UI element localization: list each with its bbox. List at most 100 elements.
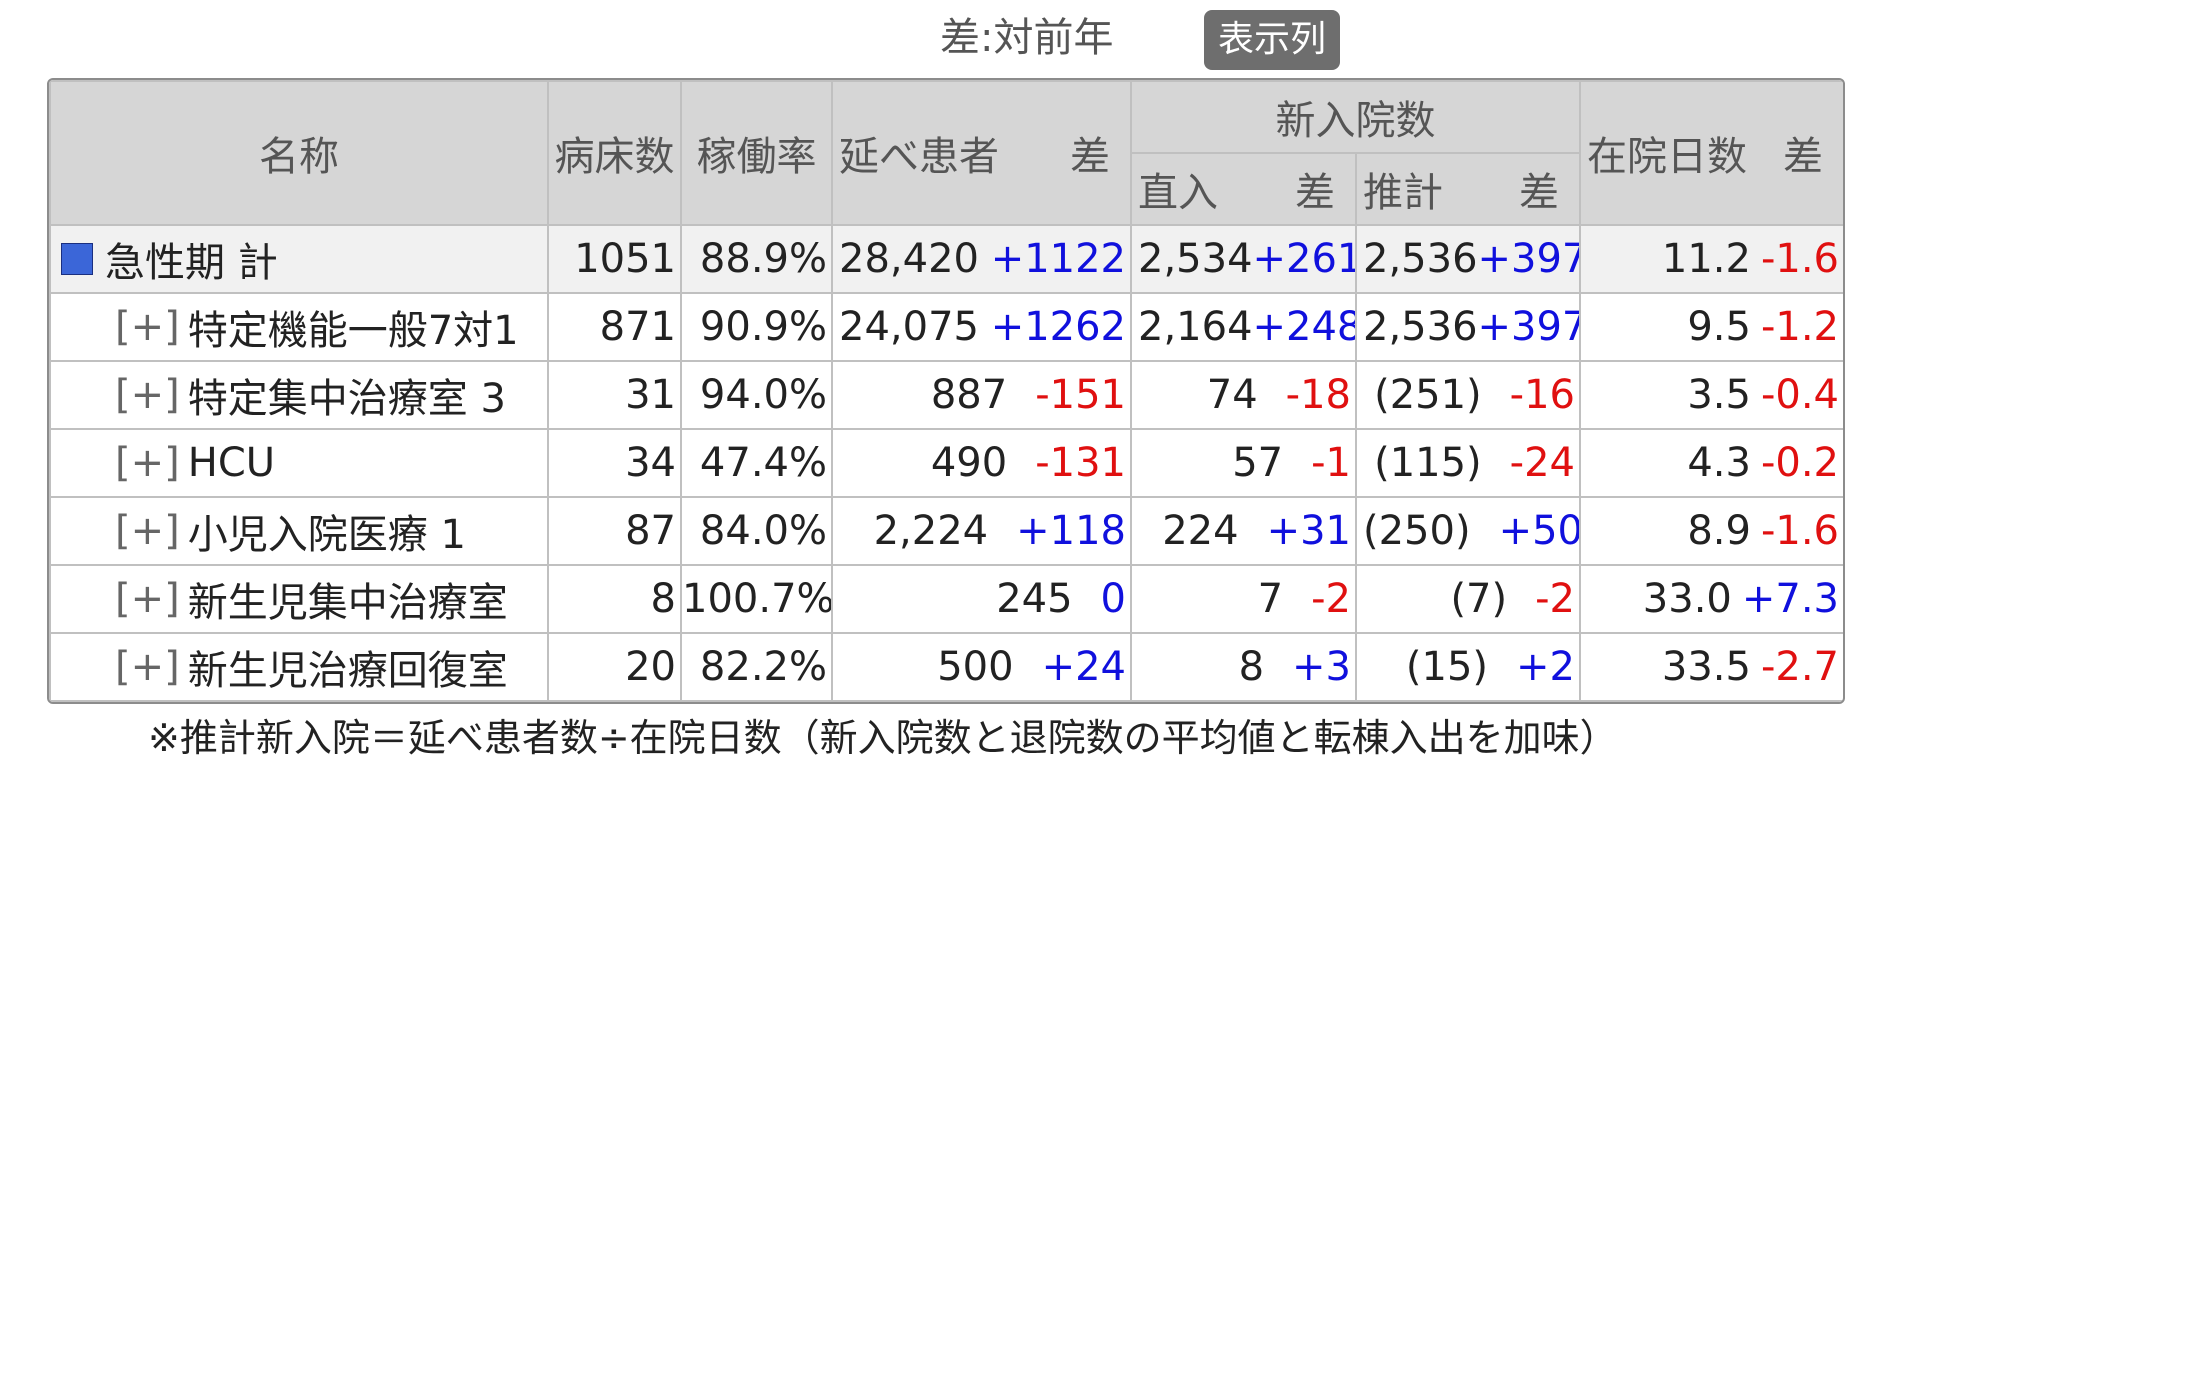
occupancy-cell: 82.2% — [680, 632, 833, 702]
beds-cell: 20 — [547, 632, 682, 702]
expand-toggle[interactable]: [+] — [115, 304, 180, 350]
row-name: HCU — [187, 440, 276, 486]
row-name: 特定機能一般7対1 — [187, 308, 519, 354]
row-name: 新生児治療回復室 — [187, 648, 508, 694]
table-row[interactable]: [+] 新生児治療回復室 20 82.2% 500 +24 8 +3 (15) +2 … — [49, 632, 1843, 702]
direct-value: 74 — [1206, 372, 1258, 418]
beds-cell: 1051 — [547, 224, 682, 294]
patient-days-cell: 28,420 +1122 — [831, 224, 1132, 294]
patient-days-diff: -131 — [1035, 440, 1126, 486]
patient-days-cell: 245 0 — [831, 564, 1132, 634]
estimate-diff: -24 — [1509, 440, 1575, 486]
table-row[interactable]: [+] 特定機能一般7対1 871 90.9% 24,075 +1262 2,16… — [49, 292, 1843, 362]
direct-cell: 224 +31 — [1130, 496, 1357, 566]
estimate-diff: +2 — [1516, 644, 1575, 690]
row-name: 特定集中治療室 3 — [187, 376, 506, 422]
header-patient-days[interactable]: 延べ患者 差 — [831, 80, 1132, 226]
patient-days-value: 245 — [996, 576, 1073, 622]
estimate-value: (15) — [1405, 644, 1489, 690]
los-diff: -1.6 — [1760, 508, 1839, 554]
direct-value: 2,534 — [1138, 236, 1253, 282]
row-name-cell: [+] 新生児集中治療室 — [49, 564, 549, 634]
estimate-value: (250) — [1363, 508, 1471, 554]
header-occupancy[interactable]: 稼働率 — [680, 80, 833, 226]
row-name: 小児入院医療 1 — [187, 512, 466, 558]
los-value: 11.2 — [1661, 236, 1751, 282]
row-name-cell: [+] 新生児治療回復室 — [49, 632, 549, 702]
header-los-diff: 差 — [1783, 134, 1823, 180]
patient-days-diff: +118 — [1016, 508, 1126, 554]
patient-days-diff: +1262 — [990, 304, 1126, 350]
header-los-label: 在院日数 — [1587, 134, 1747, 180]
los-cell: 3.5 -0.4 — [1579, 360, 1843, 430]
row-name-cell: 急性期 計 — [49, 224, 549, 294]
direct-cell: 2,534 +261 — [1130, 224, 1357, 294]
patient-days-value: 24,075 — [839, 304, 979, 350]
direct-diff: -1 — [1311, 440, 1351, 486]
expand-toggle[interactable]: [+] — [115, 576, 180, 622]
table-row[interactable]: [+] 小児入院医療 1 87 84.0% 2,224 +118 224 +31 (… — [49, 496, 1843, 566]
patient-days-value: 500 — [937, 644, 1014, 690]
expand-toggle[interactable]: [+] — [115, 440, 180, 486]
expand-toggle[interactable]: [+] — [115, 644, 180, 690]
display-columns-button[interactable]: 表示列 — [1204, 10, 1340, 70]
table-row[interactable]: [+] 新生児集中治療室 8 100.7% 245 0 7 -2 (7) -2 33.… — [49, 564, 1843, 634]
direct-diff: +248 — [1252, 304, 1356, 350]
header-los[interactable]: 在院日数 差 — [1579, 80, 1843, 226]
ward-stats-table: 名称 病床数 稼働率 延べ患者 差 新入院数 在院日数 差 直入 差 推計 差 … — [47, 78, 1845, 704]
patient-days-value: 887 — [930, 372, 1008, 418]
patient-days-diff: +1122 — [990, 236, 1126, 282]
estimate-cell: (251) -16 — [1355, 360, 1581, 430]
row-name: 新生児集中治療室 — [187, 580, 508, 626]
occupancy-cell: 90.9% — [680, 292, 833, 362]
direct-cell: 57 -1 — [1130, 428, 1357, 498]
los-diff: -2.7 — [1760, 644, 1839, 690]
direct-value: 2,164 — [1138, 304, 1253, 350]
estimate-value: 2,536 — [1363, 304, 1478, 350]
estimate-diff: -2 — [1535, 576, 1575, 622]
header-new-admissions[interactable]: 新入院数 — [1130, 80, 1581, 154]
estimate-diff: +397 — [1477, 236, 1580, 282]
los-cell: 4.3 -0.2 — [1579, 428, 1843, 498]
expand-toggle[interactable]: [+] — [115, 372, 180, 418]
estimate-cell: (250) +50 — [1355, 496, 1581, 566]
los-cell: 11.2 -1.6 — [1579, 224, 1843, 294]
table-row-total[interactable]: 急性期 計 1051 88.9% 28,420 +1122 2,534 +261 2… — [49, 224, 1843, 294]
patient-days-diff: 0 — [1100, 576, 1126, 622]
direct-diff: +31 — [1266, 508, 1351, 554]
estimate-cell: (7) -2 — [1355, 564, 1581, 634]
header-direct[interactable]: 直入 差 — [1130, 152, 1357, 226]
los-diff: -0.2 — [1760, 440, 1839, 486]
direct-cell: 7 -2 — [1130, 564, 1357, 634]
header-estimate[interactable]: 推計 差 — [1355, 152, 1581, 226]
patient-days-cell: 887 -151 — [831, 360, 1132, 430]
patient-days-cell: 490 -131 — [831, 428, 1132, 498]
table-row[interactable]: [+] 特定集中治療室 3 31 94.0% 887 -151 74 -18 (25… — [49, 360, 1843, 430]
row-name-cell: [+] HCU — [49, 428, 549, 498]
expand-toggle[interactable]: [+] — [115, 508, 180, 554]
beds-cell: 871 — [547, 292, 682, 362]
estimate-value: (251) — [1374, 372, 1482, 418]
header-patient-days-diff: 差 — [1070, 134, 1110, 180]
diff-caption: 差:対前年 — [940, 15, 1114, 61]
beds-cell: 31 — [547, 360, 682, 430]
los-value: 4.3 — [1687, 440, 1751, 486]
estimate-value: (7) — [1450, 576, 1508, 622]
los-value: 33.5 — [1661, 644, 1751, 690]
header-name[interactable]: 名称 — [49, 80, 549, 226]
los-diff: -1.6 — [1760, 236, 1839, 282]
direct-diff: +261 — [1252, 236, 1356, 282]
direct-value: 57 — [1232, 440, 1284, 486]
group-marker-icon — [61, 243, 93, 275]
patient-days-diff: -151 — [1035, 372, 1126, 418]
patient-days-value: 28,420 — [839, 236, 979, 282]
header-beds[interactable]: 病床数 — [547, 80, 682, 226]
los-diff: -0.4 — [1760, 372, 1839, 418]
table-row[interactable]: [+] HCU 34 47.4% 490 -131 57 -1 (115) -24 4… — [49, 428, 1843, 498]
estimate-diff: +397 — [1477, 304, 1580, 350]
row-name-cell: [+] 特定機能一般7対1 — [49, 292, 549, 362]
header-estimate-label: 推計 — [1363, 170, 1443, 216]
row-name: 急性期 計 — [105, 240, 278, 286]
los-diff: +7.3 — [1741, 576, 1839, 622]
patient-days-cell: 500 +24 — [831, 632, 1132, 702]
